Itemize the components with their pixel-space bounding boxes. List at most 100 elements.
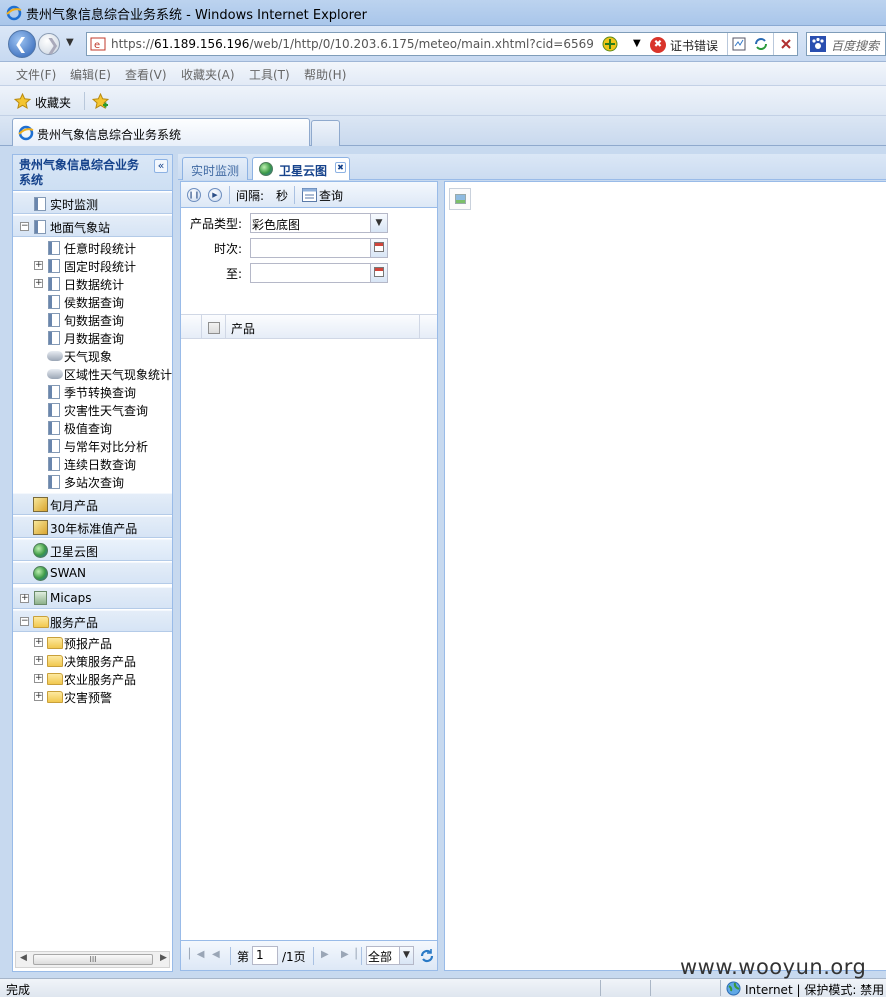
- page-size-select[interactable]: 全部 ▼: [366, 946, 414, 965]
- toolbar-separator: [229, 186, 230, 204]
- tree-item[interactable]: + 农业服务产品: [13, 670, 172, 688]
- expand-node-icon[interactable]: +: [34, 261, 43, 270]
- search-box[interactable]: 百度搜索: [806, 32, 886, 56]
- sidebar-section-swan[interactable]: SWAN: [13, 562, 172, 584]
- pager-separator: [361, 947, 362, 965]
- browser-tab-active[interactable]: 贵州气象信息综合业务系统: [12, 118, 310, 146]
- expand-node-icon[interactable]: +: [34, 692, 43, 701]
- menu-help[interactable]: 帮助(H): [304, 66, 346, 83]
- query-button[interactable]: 查询: [300, 185, 360, 205]
- compat-view-icon[interactable]: [731, 36, 747, 52]
- menu-favorites[interactable]: 收藏夹(A): [181, 66, 235, 83]
- expand-node-icon[interactable]: +: [34, 656, 43, 665]
- tree-item[interactable]: 连续日数查询: [13, 455, 172, 473]
- favbar-separator: [84, 92, 85, 110]
- sidebar-section-dekad-month[interactable]: 旬月产品: [13, 493, 172, 515]
- tree-item[interactable]: + 固定时段统计: [13, 257, 172, 275]
- sidebar-section-service-products[interactable]: − 服务产品: [13, 610, 172, 632]
- play-button[interactable]: ▶: [208, 188, 222, 202]
- expand-node-icon[interactable]: +: [34, 279, 43, 288]
- favorites-bar: 收藏夹: [0, 86, 886, 116]
- tree-item[interactable]: 多站次查询: [13, 473, 172, 491]
- tree-item[interactable]: 与常年对比分析: [13, 437, 172, 455]
- chevron-down-icon[interactable]: ▼: [370, 214, 387, 232]
- tree-item[interactable]: 月数据查询: [13, 329, 172, 347]
- scrollbar-thumb[interactable]: III: [33, 954, 153, 965]
- menu-edit[interactable]: 编辑(E): [70, 66, 111, 83]
- expand-node-icon[interactable]: +: [34, 638, 43, 647]
- back-button[interactable]: ❮: [8, 30, 36, 58]
- expand-node-icon[interactable]: +: [20, 594, 29, 603]
- chevron-down-icon[interactable]: ▼: [399, 947, 413, 964]
- address-dropdown-icon[interactable]: ▼: [633, 38, 641, 49]
- scroll-left-icon[interactable]: ◀: [20, 953, 27, 963]
- cert-error-text[interactable]: 证书错误: [670, 37, 718, 54]
- collapse-sidebar-button[interactable]: «: [154, 159, 168, 173]
- tab-realtime-monitor[interactable]: 实时监测: [182, 157, 248, 180]
- sidebar-horizontal-scrollbar[interactable]: ◀ III ▶: [15, 951, 170, 968]
- scroll-right-icon[interactable]: ▶: [160, 953, 167, 963]
- forward-button[interactable]: ❯: [38, 33, 60, 55]
- sidebar-section-micaps[interactable]: + Micaps: [13, 587, 172, 609]
- time-label: 时次:: [214, 242, 243, 256]
- tree-item[interactable]: 区域性天气现象统计: [13, 365, 172, 383]
- next-page-icon[interactable]: ▶: [321, 949, 329, 960]
- first-page-icon[interactable]: ▏◀: [189, 949, 204, 960]
- grid-column-divider: [201, 315, 202, 339]
- select-all-checkbox[interactable]: [208, 322, 220, 334]
- status-separator: [650, 980, 651, 996]
- tree-item[interactable]: 极值查询: [13, 419, 172, 437]
- last-page-icon[interactable]: ▶▕: [341, 949, 356, 960]
- prev-page-icon[interactable]: ◀: [212, 949, 220, 960]
- sidebar-section-30yr-normals[interactable]: 30年标准值产品: [13, 516, 172, 538]
- tab-satellite-cloud[interactable]: 卫星云图 ✖: [252, 157, 350, 180]
- grid-header-product[interactable]: 产品: [231, 320, 255, 337]
- calendar-icon[interactable]: [370, 264, 387, 282]
- tree-item[interactable]: 季节转换查询: [13, 383, 172, 401]
- add-to-favorites-bar-icon[interactable]: [92, 93, 109, 110]
- favorites-star-icon[interactable]: [14, 93, 31, 110]
- new-tab-button[interactable]: [311, 120, 340, 146]
- product-type-select[interactable]: 彩色底图 ▼: [250, 213, 388, 233]
- history-dropdown-icon[interactable]: ▼: [66, 37, 74, 48]
- refresh-icon[interactable]: [419, 948, 435, 964]
- tree-item[interactable]: + 预报产品: [13, 634, 172, 652]
- close-tab-icon[interactable]: ✖: [335, 162, 346, 173]
- tree-item[interactable]: 侯数据查询: [13, 293, 172, 311]
- stop-icon[interactable]: [779, 37, 793, 51]
- calendar-icon[interactable]: [370, 239, 387, 257]
- menu-view[interactable]: 查看(V): [125, 66, 167, 83]
- sidebar-section-realtime[interactable]: 实时监测: [13, 192, 172, 214]
- collapse-node-icon[interactable]: −: [20, 617, 29, 626]
- tree-item-label: 月数据查询: [64, 332, 125, 346]
- tree-item[interactable]: 任意时段统计: [13, 239, 172, 257]
- sidebar-section-label: 旬月产品: [50, 499, 99, 513]
- time-start-input[interactable]: [250, 238, 388, 258]
- collapse-node-icon[interactable]: −: [20, 222, 29, 231]
- tree-item[interactable]: 灾害性天气查询: [13, 401, 172, 419]
- favorites-label[interactable]: 收藏夹: [35, 94, 71, 111]
- time-end-input[interactable]: [250, 263, 388, 283]
- tree-item[interactable]: + 决策服务产品: [13, 652, 172, 670]
- address-bar[interactable]: e https://61.189.156.196/web/1/http/0/10…: [86, 32, 798, 56]
- add-favorite-icon[interactable]: [602, 36, 618, 52]
- address-row: ❮ ❯ ▼ e https://61.189.156.196/web/1/htt…: [0, 26, 886, 62]
- forward-arrow-icon: ❯: [46, 35, 60, 54]
- tree-item[interactable]: 旬数据查询: [13, 311, 172, 329]
- page-number-input[interactable]: 1: [252, 946, 278, 965]
- cert-error-icon[interactable]: ✖: [650, 37, 666, 53]
- menu-tools[interactable]: 工具(T): [249, 66, 290, 83]
- pause-button[interactable]: ❙❙: [187, 188, 201, 202]
- query-button-label: 查询: [319, 189, 344, 203]
- tree-item[interactable]: + 灾害预警: [13, 688, 172, 706]
- url-text[interactable]: https://61.189.156.196/web/1/http/0/10.2…: [111, 37, 594, 51]
- search-input[interactable]: 百度搜索: [831, 37, 879, 54]
- refresh-icon[interactable]: [753, 36, 769, 52]
- tree-item[interactable]: + 日数据统计: [13, 275, 172, 293]
- sidebar-section-satellite[interactable]: 卫星云图: [13, 539, 172, 561]
- expand-node-icon[interactable]: +: [34, 674, 43, 683]
- menu-file[interactable]: 文件(F): [16, 66, 56, 83]
- tree-item[interactable]: 天气现象: [13, 347, 172, 365]
- sidebar-section-surface-station[interactable]: − 地面气象站: [13, 215, 172, 237]
- tree-item-label: 农业服务产品: [64, 673, 137, 687]
